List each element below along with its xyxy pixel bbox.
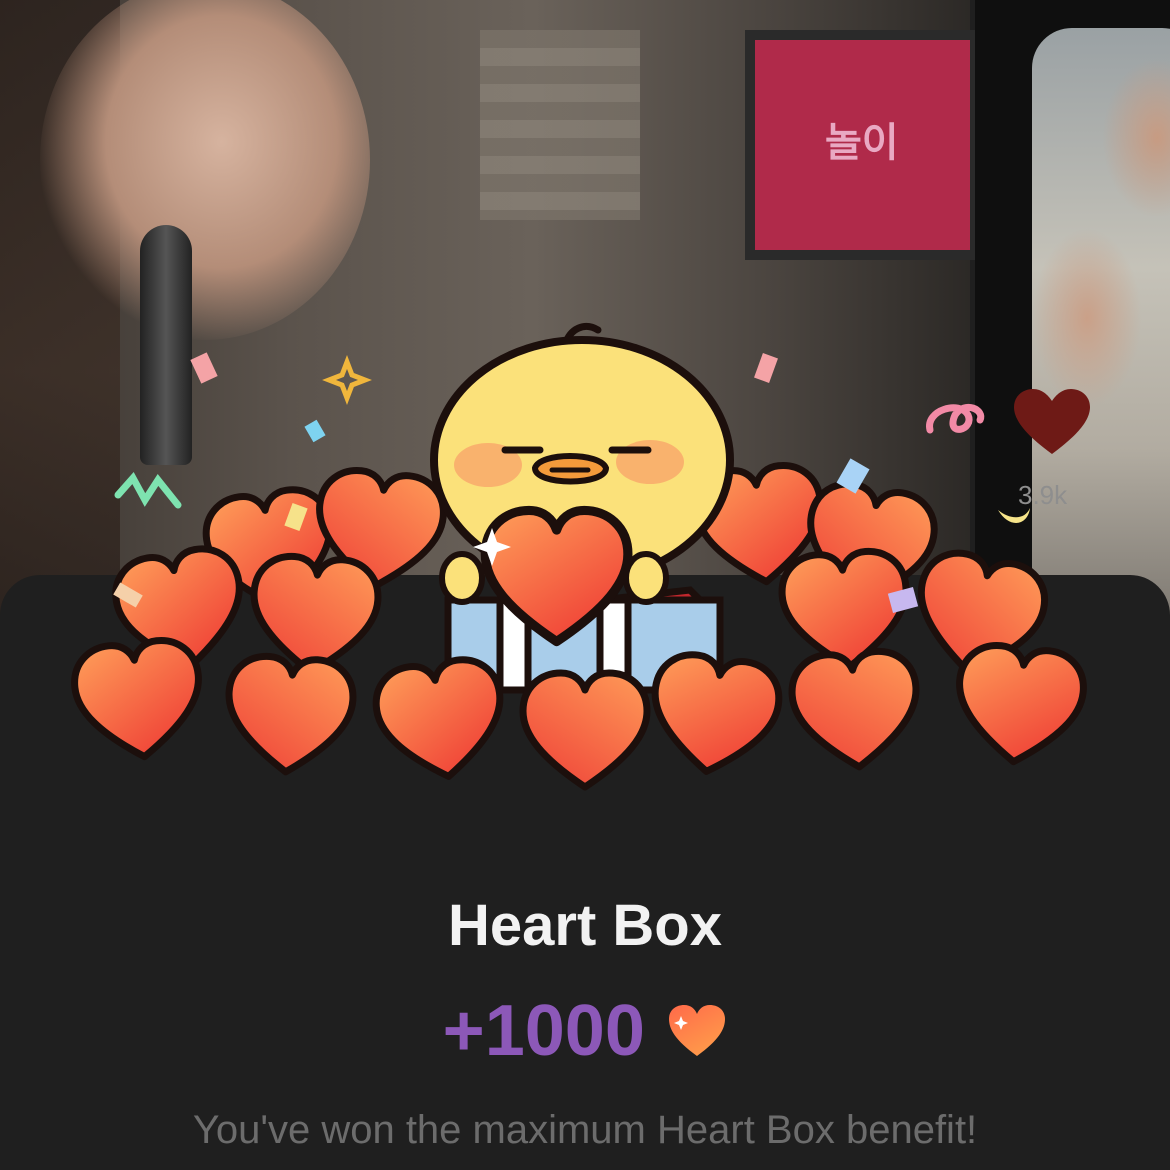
card-person-1 xyxy=(1102,58,1170,218)
heart-shape xyxy=(645,650,784,780)
reward-message: You've won the maximum Heart Box benefit… xyxy=(192,1108,978,1152)
heart-shape xyxy=(371,655,510,785)
heart-shape xyxy=(523,673,647,787)
heart-shape xyxy=(952,642,1087,768)
background-shelf xyxy=(480,30,640,220)
sheet-title: Heart Box xyxy=(448,893,722,958)
heart-icon xyxy=(669,1005,726,1056)
heart-shape xyxy=(790,649,922,771)
background-tv: 놀이 xyxy=(745,30,980,260)
reward-row: +1000 xyxy=(0,990,1170,1072)
heart-shape xyxy=(224,654,356,776)
tv-text: 놀이 xyxy=(825,121,899,165)
heart-shape xyxy=(71,637,206,763)
reward-amount: +1000 xyxy=(442,991,645,1071)
heart-box-illustration xyxy=(0,323,1170,840)
